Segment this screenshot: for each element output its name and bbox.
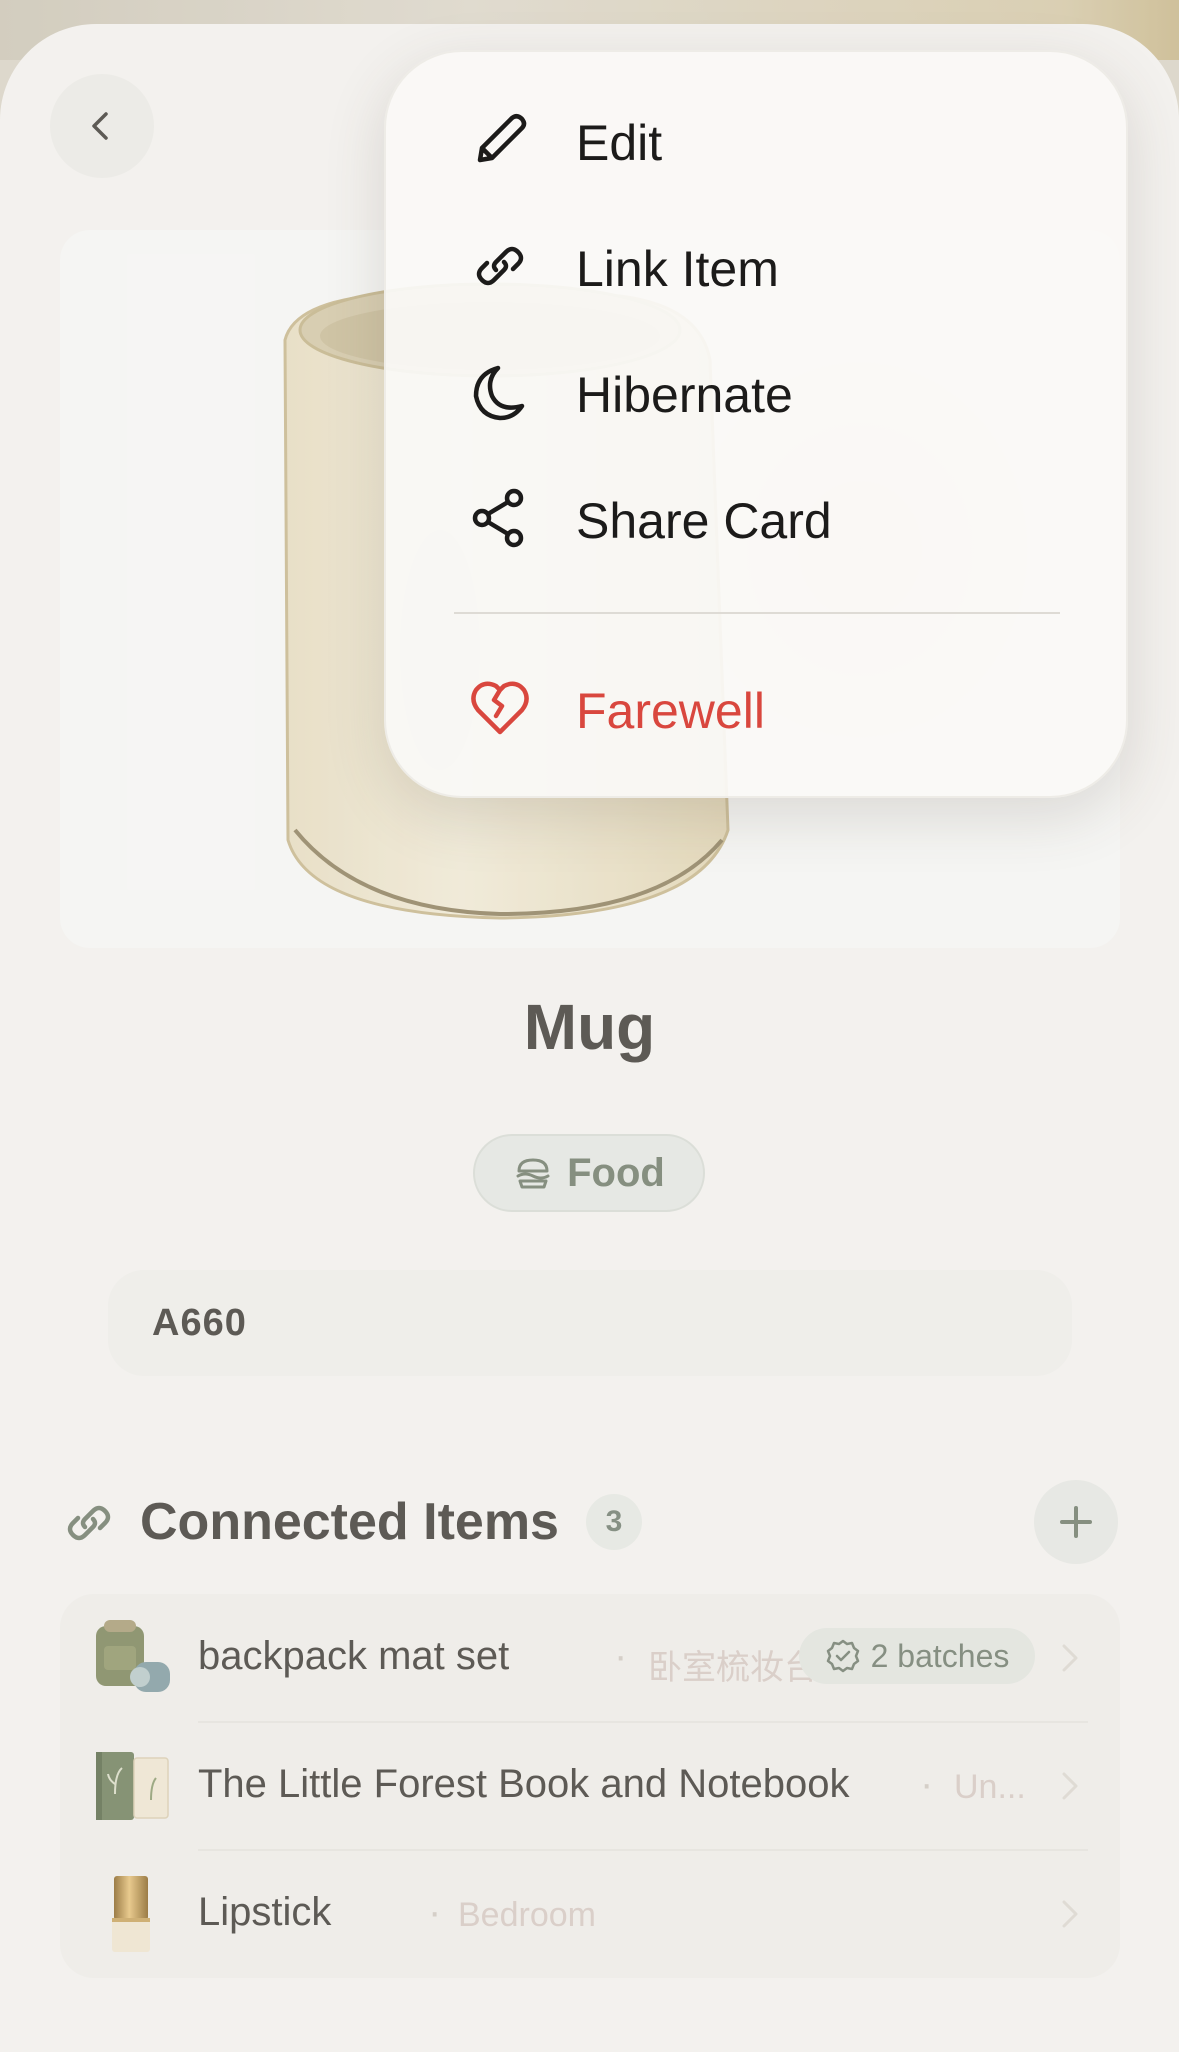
broken-heart-icon bbox=[471, 681, 529, 735]
menu-item-edit[interactable]: Edit bbox=[386, 84, 1130, 194]
menu-item-link-item[interactable]: Link Item bbox=[386, 210, 1130, 320]
pencil-icon bbox=[477, 114, 527, 163]
menu-item-share-card[interactable]: Share Card bbox=[386, 462, 1130, 572]
menu-item-label: Link Item bbox=[576, 241, 779, 297]
share-icon bbox=[472, 488, 524, 548]
item-actions-menu: Edit Link Item Hibernate Share Card Fare… bbox=[384, 50, 1128, 798]
menu-item-label: Farewell bbox=[576, 683, 765, 739]
menu-item-farewell[interactable]: Farewell bbox=[386, 652, 1130, 762]
menu-item-label: Hibernate bbox=[576, 367, 793, 423]
link-icon bbox=[476, 246, 524, 286]
menu-item-label: Share Card bbox=[576, 493, 832, 549]
moon-icon bbox=[473, 365, 525, 421]
menu-divider bbox=[454, 612, 1060, 614]
menu-item-hibernate[interactable]: Hibernate bbox=[386, 336, 1130, 446]
menu-item-label: Edit bbox=[576, 115, 663, 171]
